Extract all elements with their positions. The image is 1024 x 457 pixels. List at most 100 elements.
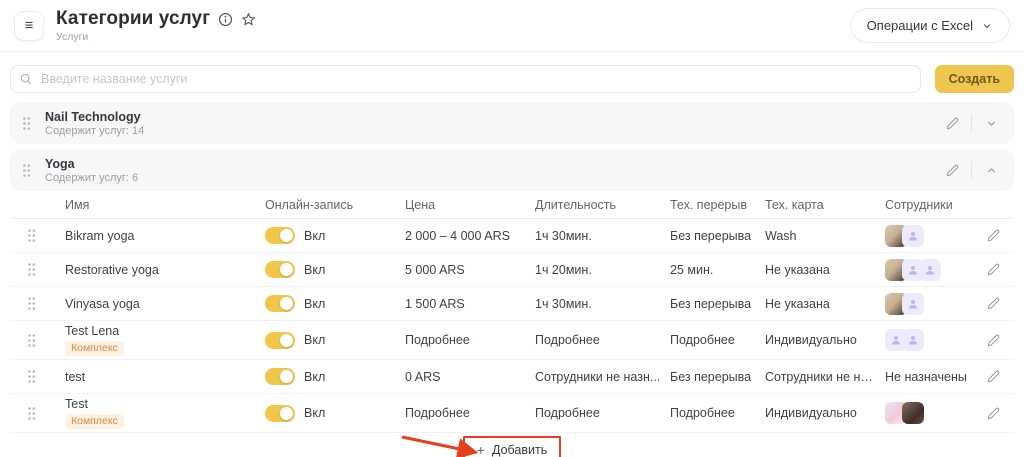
service-name-cell[interactable]: test: [65, 370, 265, 384]
edit-cell: [981, 223, 1014, 249]
table-row: Bikram yogaВкл2 000 – 4 000 ARS1ч 30мин.…: [10, 219, 1014, 253]
edit-category-icon[interactable]: [937, 157, 967, 183]
duration-cell: Сотрудники не назн...: [535, 370, 670, 384]
staff-placeholder-avatar: [902, 225, 924, 247]
toggle-label: Вкл: [304, 406, 325, 420]
online-toggle[interactable]: [265, 405, 295, 422]
divider: [971, 161, 972, 179]
tech-card-cell: Индивидуально: [765, 333, 885, 347]
edit-cell: [981, 291, 1014, 317]
online-toggle[interactable]: [265, 368, 295, 385]
category-card[interactable]: YogaСодержит услуг: 6: [10, 149, 1014, 191]
edit-service-icon[interactable]: [981, 364, 1006, 390]
price-cell: 0 ARS: [405, 370, 535, 384]
collapse-category-icon[interactable]: [976, 157, 1006, 183]
tech-card-cell: Wash: [765, 229, 885, 243]
expand-category-icon[interactable]: [976, 110, 1006, 136]
category-count: Содержит услуг: 14: [45, 125, 144, 137]
add-service-button[interactable]: + Добавить: [467, 439, 557, 457]
online-booking-cell: Вкл: [265, 332, 405, 349]
price-cell: 1 500 ARS: [405, 297, 535, 311]
search-input[interactable]: [10, 65, 921, 93]
online-toggle[interactable]: [265, 227, 295, 244]
online-toggle[interactable]: [265, 295, 295, 312]
favorite-star-icon[interactable]: [241, 12, 256, 27]
price-cell: 2 000 – 4 000 ARS: [405, 229, 535, 243]
duration-cell: 1ч 30мин.: [535, 297, 670, 311]
category-card[interactable]: Nail TechnologyСодержит услуг: 14: [10, 102, 1014, 144]
column-header: Тех. перерыв: [670, 198, 765, 212]
category-list: Nail TechnologyСодержит услуг: 14YogaСод…: [10, 102, 1014, 191]
edit-service-icon[interactable]: [981, 257, 1006, 283]
staff-placeholder-avatar: [902, 329, 924, 351]
toggle-label: Вкл: [304, 229, 325, 243]
tech-break-cell: Без перерыва: [670, 370, 765, 384]
staff-photo-avatar: [902, 402, 924, 424]
staff-avatars[interactable]: [885, 259, 973, 281]
service-name: Vinyasa yoga: [65, 297, 140, 311]
service-name-cell[interactable]: Test LenaКомплекс: [65, 324, 265, 357]
column-header: Имя: [65, 198, 265, 212]
chevron-down-icon: [981, 20, 993, 32]
edit-service-icon[interactable]: [981, 291, 1006, 317]
edit-cell: [981, 364, 1014, 390]
tech-break-cell: Подробнее: [670, 406, 765, 420]
excel-operations-label: Операции с Excel: [867, 18, 973, 33]
drag-handle-icon[interactable]: [27, 228, 36, 243]
drag-handle-icon[interactable]: [27, 406, 36, 421]
staff-cell: [885, 329, 981, 351]
column-header: Тех. карта: [765, 198, 885, 212]
staff-text: Не назначены: [885, 370, 967, 384]
complex-badge: Комплекс: [65, 414, 124, 430]
staff-avatars[interactable]: [885, 402, 973, 424]
excel-operations-button[interactable]: Операции с Excel: [850, 8, 1010, 43]
edit-category-icon[interactable]: [937, 110, 967, 136]
drag-handle-icon[interactable]: [27, 333, 36, 348]
drag-handle-icon[interactable]: [27, 262, 36, 277]
add-service-label: Добавить: [492, 443, 547, 457]
title-block: Категории услуг Услуги: [56, 8, 256, 43]
staff-avatars[interactable]: [885, 329, 973, 351]
column-header: Длительность: [535, 198, 670, 212]
staff-placeholder-avatar: [919, 259, 941, 281]
staff-cell: [885, 402, 981, 424]
edit-service-icon[interactable]: [981, 223, 1006, 249]
staff-placeholder-avatar: [902, 293, 924, 315]
service-name-cell[interactable]: Bikram yoga: [65, 229, 265, 243]
service-name: Test: [65, 397, 88, 411]
table-row: Test LenaКомплексВклПодробнееПодробнееПо…: [10, 321, 1014, 360]
online-booking-cell: Вкл: [265, 405, 405, 422]
table-header-row: ИмяОнлайн-записьЦенаДлительностьТех. пер…: [10, 191, 1014, 219]
edit-cell: [981, 400, 1014, 426]
toggle-label: Вкл: [304, 370, 325, 384]
category-name: Yoga: [45, 157, 138, 171]
drag-handle-icon[interactable]: [22, 163, 31, 178]
online-toggle[interactable]: [265, 332, 295, 349]
tech-break-cell: Без перерыва: [670, 229, 765, 243]
column-header: Сотрудники: [885, 198, 981, 212]
service-name-cell[interactable]: Restorative yoga: [65, 263, 265, 277]
edit-service-icon[interactable]: [981, 400, 1006, 426]
divider: [971, 114, 972, 132]
staff-avatars[interactable]: [885, 293, 973, 315]
price-cell: Подробнее: [405, 406, 535, 420]
category-actions: [937, 110, 1006, 136]
online-booking-cell: Вкл: [265, 295, 405, 312]
add-service-row: + Добавить: [10, 433, 1014, 457]
drag-handle-icon[interactable]: [27, 296, 36, 311]
complex-badge: Комплекс: [65, 341, 124, 357]
info-icon[interactable]: [218, 12, 233, 27]
service-name-cell[interactable]: Test Комплекс: [65, 397, 265, 430]
menu-icon[interactable]: ≡: [14, 11, 44, 41]
create-button[interactable]: Создать: [935, 65, 1014, 93]
drag-handle-icon[interactable]: [27, 369, 36, 384]
category-name: Nail Technology: [45, 110, 144, 124]
online-toggle[interactable]: [265, 261, 295, 278]
staff-cell: [885, 225, 981, 247]
service-name-cell[interactable]: Vinyasa yoga: [65, 297, 265, 311]
row-drag-cell: [10, 406, 65, 421]
drag-handle-icon[interactable]: [22, 116, 31, 131]
edit-service-icon[interactable]: [981, 327, 1006, 353]
content-area: Создать Nail TechnologyСодержит услуг: 1…: [0, 65, 1024, 457]
staff-avatars[interactable]: [885, 225, 973, 247]
